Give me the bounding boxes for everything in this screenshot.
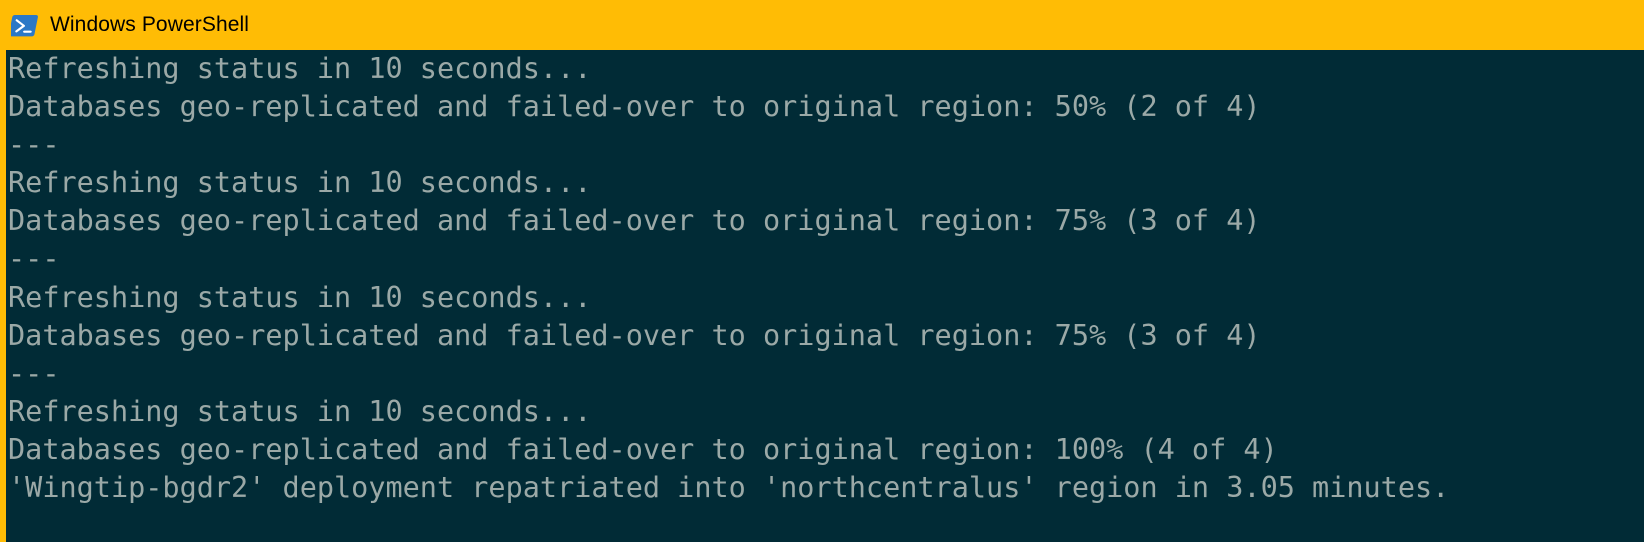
console-line: Refreshing status in 10 seconds... bbox=[8, 52, 592, 85]
console-line: 'Wingtip-bgdr2' deployment repatriated i… bbox=[8, 471, 1450, 505]
powershell-window: Windows PowerShell Refreshing status in … bbox=[0, 0, 1644, 542]
console-line: --- bbox=[8, 128, 60, 162]
console-line: Refreshing status in 10 seconds... bbox=[8, 280, 592, 314]
console-line: Refreshing status in 10 seconds... bbox=[8, 166, 592, 200]
console-line: Databases geo-replicated and failed-over… bbox=[8, 204, 1261, 238]
console-line: --- bbox=[8, 242, 60, 276]
console-output: Refreshing status in 10 seconds... Databa… bbox=[6, 50, 1644, 507]
console-line: Refreshing status in 10 seconds... bbox=[8, 394, 592, 428]
window-title: Windows PowerShell bbox=[50, 13, 250, 36]
console-line: Databases geo-replicated and failed-over… bbox=[8, 318, 1261, 352]
powershell-icon bbox=[11, 14, 38, 36]
window-titlebar[interactable]: Windows PowerShell bbox=[0, 0, 1644, 50]
console-line: --- bbox=[8, 356, 60, 390]
console-line: Databases geo-replicated and failed-over… bbox=[8, 432, 1278, 466]
terminal-body[interactable]: Refreshing status in 10 seconds... Databa… bbox=[0, 50, 1644, 542]
console-line: Databases geo-replicated and failed-over… bbox=[8, 90, 1261, 124]
